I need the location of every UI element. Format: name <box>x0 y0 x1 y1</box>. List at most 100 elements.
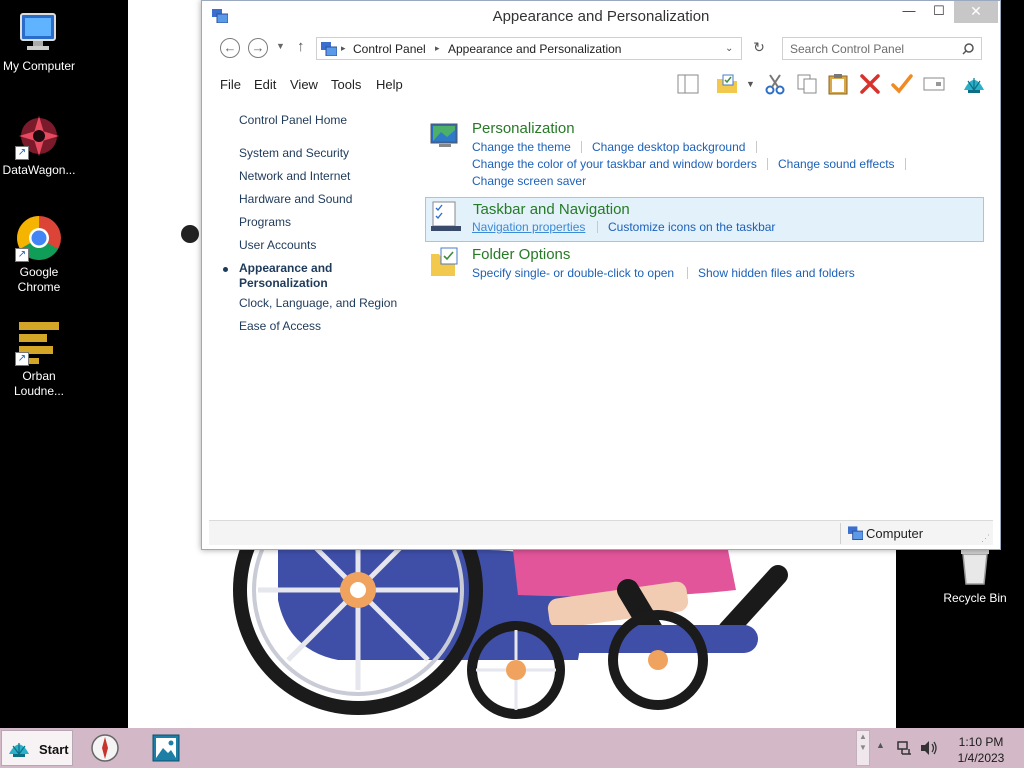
menu-help[interactable]: Help <box>376 77 403 92</box>
views-dropdown-icon[interactable]: ▼ <box>746 79 755 89</box>
address-bar[interactable]: ▸ Control Panel ▸ Appearance and Persona… <box>316 37 742 60</box>
address-dropdown-icon[interactable]: ⌄ <box>725 43 733 54</box>
properties-icon[interactable] <box>922 72 946 96</box>
link-customize-taskbar-icons[interactable]: Customize icons on the taskbar <box>608 220 775 234</box>
status-divider <box>840 523 841 544</box>
network-icon[interactable] <box>897 740 913 756</box>
forward-button[interactable]: → <box>248 38 268 58</box>
menu-view[interactable]: View <box>290 77 318 92</box>
clock-date: 1/4/2023 <box>957 751 1005 765</box>
control-panel-window: Appearance and Personalization — ☐ ✕ ← →… <box>201 0 1001 550</box>
cut-icon[interactable] <box>763 72 787 96</box>
link-change-sound-effects[interactable]: Change sound effects <box>778 157 895 171</box>
search-input[interactable]: Search Control Panel <box>782 37 982 60</box>
shortcut-arrow-icon: ↗ <box>15 248 29 262</box>
category-taskbar-and-navigation[interactable]: Taskbar and Navigation Navigation proper… <box>425 197 984 242</box>
compass-app-icon <box>91 734 119 762</box>
link-separator <box>756 141 757 153</box>
checkmark-icon[interactable] <box>890 72 914 96</box>
desktop-icon-my-computer[interactable]: My Computer <box>1 8 77 74</box>
shell-icon[interactable] <box>962 72 986 96</box>
link-change-desktop-background[interactable]: Change desktop background <box>592 140 745 154</box>
resize-grip-icon[interactable]: ⋰ <box>981 533 990 544</box>
nav-control-panel-home[interactable]: Control Panel Home <box>239 113 347 127</box>
link-separator <box>687 267 688 279</box>
desktop-icon-label: Orban Loudne... <box>13 369 65 398</box>
show-hidden-tray-icon[interactable]: ▲ <box>876 740 885 750</box>
taskbar-navigation-icon <box>431 201 461 231</box>
breadcrumb-appearance[interactable]: Appearance and Personalization <box>448 42 621 56</box>
nav-user-accounts[interactable]: User Accounts <box>239 238 316 252</box>
nav-network-and-internet[interactable]: Network and Internet <box>239 169 350 183</box>
control-panel-icon <box>321 42 337 56</box>
close-button[interactable]: ✕ <box>954 1 998 23</box>
taskbar-scroll-button[interactable]: ▲ ▼ <box>856 730 870 766</box>
menu-file[interactable]: File <box>220 77 241 92</box>
active-bullet-icon <box>223 267 228 272</box>
clock-time: 1:10 PM <box>958 735 1004 749</box>
desktop-icon-google-chrome[interactable]: ↗ Google Chrome <box>1 214 77 295</box>
recent-pages-chevron-icon[interactable]: ▼ <box>276 41 285 51</box>
computer-icon <box>848 526 863 540</box>
minimize-button[interactable]: — <box>892 1 926 23</box>
orban-loudness-icon: ↗ <box>15 318 63 366</box>
menu-tools[interactable]: Tools <box>331 77 361 92</box>
delete-icon[interactable] <box>858 72 882 96</box>
nav-system-and-security[interactable]: System and Security <box>239 146 349 160</box>
link-change-taskbar-color[interactable]: Change the color of your taskbar and win… <box>472 157 757 171</box>
my-computer-icon <box>15 8 63 56</box>
start-button[interactable]: Start <box>1 730 73 766</box>
datawagon-icon: ↗ <box>15 112 63 160</box>
nav-ease-of-access[interactable]: Ease of Access <box>239 319 321 333</box>
desktop-icon-label: My Computer <box>2 59 76 73</box>
nav-active-label: Appearance and Personalization <box>239 261 333 290</box>
paste-icon[interactable] <box>826 72 850 96</box>
taskbar-image-viewer-app[interactable] <box>147 730 187 766</box>
volume-icon[interactable] <box>920 740 938 756</box>
link-separator <box>597 221 598 233</box>
content-area: Control Panel Home System and Security N… <box>209 101 993 519</box>
window-titlebar[interactable]: Appearance and Personalization — ☐ ✕ <box>202 1 1000 31</box>
search-icon[interactable] <box>962 43 974 55</box>
category-folder-options: Folder Options Specify single- or double… <box>425 246 984 282</box>
link-show-hidden-files[interactable]: Show hidden files and folders <box>698 266 855 280</box>
up-arrow-button[interactable]: ↑ <box>297 38 305 55</box>
image-viewer-app-icon <box>152 734 180 762</box>
category-title[interactable]: Taskbar and Navigation <box>473 201 630 218</box>
link-single-double-click[interactable]: Specify single- or double-click to open <box>472 266 674 280</box>
shortcut-arrow-icon: ↗ <box>15 352 29 366</box>
navigation-bar: ← → ▼ ↑ ▸ Control Panel ▸ Appearance and… <box>210 34 994 64</box>
menu-bar: File Edit View Tools Help ▼ <box>210 67 994 101</box>
folder-properties-icon[interactable] <box>715 72 739 96</box>
personalization-icon <box>430 123 458 147</box>
chrome-icon: ↗ <box>15 214 63 262</box>
nav-hardware-and-sound[interactable]: Hardware and Sound <box>239 192 352 206</box>
desktop-icon-orban-loudness[interactable]: ↗ Orban Loudne... <box>1 318 77 399</box>
link-separator <box>905 158 906 170</box>
back-button[interactable]: ← <box>220 38 240 58</box>
desktop-icon-label: Google Chrome <box>17 265 61 294</box>
nav-clock-language-region[interactable]: Clock, Language, and Region <box>239 296 397 310</box>
nav-appearance-and-personalization[interactable]: Appearance and Personalization <box>223 261 359 291</box>
start-label: Start <box>39 742 69 757</box>
copy-icon[interactable] <box>795 72 819 96</box>
desktop-icon-datawagon[interactable]: ↗ DataWagon... <box>1 112 77 178</box>
menu-edit[interactable]: Edit <box>254 77 276 92</box>
start-shell-icon <box>9 743 29 757</box>
category-title[interactable]: Folder Options <box>472 246 570 263</box>
search-placeholder: Search Control Panel <box>790 42 905 56</box>
layout-pane-icon[interactable] <box>676 72 700 96</box>
link-change-screen-saver[interactable]: Change screen saver <box>472 174 586 188</box>
taskbar-clock[interactable]: 1:10 PM 1/4/2023 <box>940 734 1022 766</box>
breadcrumb-separator-icon[interactable]: ▸ <box>435 43 440 54</box>
nav-programs[interactable]: Programs <box>239 215 291 229</box>
breadcrumb-control-panel[interactable]: Control Panel <box>353 42 426 56</box>
link-separator <box>581 141 582 153</box>
link-change-theme[interactable]: Change the theme <box>472 140 571 154</box>
link-navigation-properties[interactable]: Navigation properties <box>472 220 585 234</box>
category-title[interactable]: Personalization <box>472 120 575 137</box>
maximize-button[interactable]: ☐ <box>922 1 956 23</box>
refresh-button[interactable]: ↻ <box>748 39 770 59</box>
status-text: Computer <box>866 526 924 541</box>
taskbar-compass-app[interactable] <box>86 730 126 766</box>
